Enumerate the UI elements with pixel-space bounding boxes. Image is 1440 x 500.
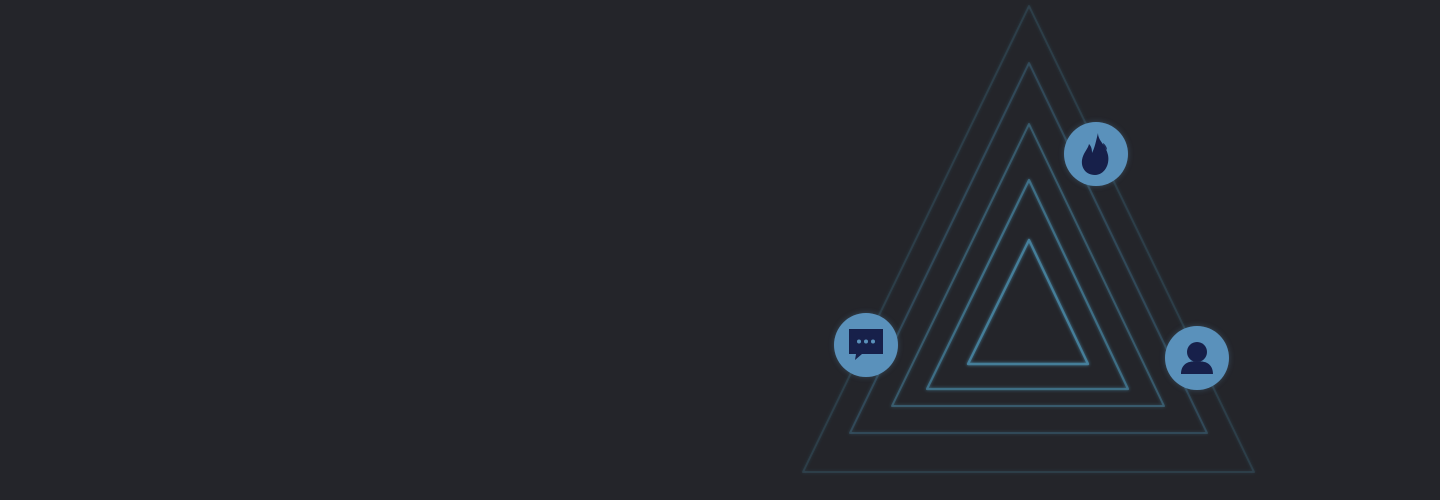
triangle-outline-5	[966, 238, 1090, 366]
nested-triangles	[802, 5, 1255, 473]
user-icon	[1181, 342, 1213, 374]
flame-badge	[1064, 122, 1128, 186]
chat-bubble-icon	[849, 329, 883, 360]
flame-icon	[1081, 133, 1109, 175]
triangle-outline-2	[849, 62, 1208, 434]
chat-badge	[834, 313, 898, 377]
hero-banner	[0, 0, 1440, 500]
user-badge	[1165, 326, 1229, 390]
